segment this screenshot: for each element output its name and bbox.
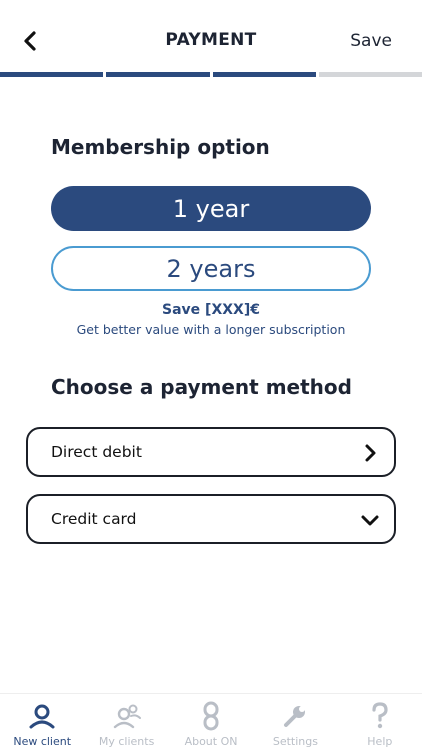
tab-help[interactable]: Help bbox=[338, 694, 422, 750]
tab-new-client[interactable]: New client bbox=[0, 694, 84, 750]
people-icon bbox=[112, 701, 142, 731]
chevron-left-icon bbox=[24, 31, 36, 51]
value-description: Get better value with a longer subscript… bbox=[76, 322, 346, 337]
direct-debit-label: Direct debit bbox=[51, 443, 142, 461]
tab-label: My clients bbox=[98, 735, 155, 748]
save-button[interactable]: Save bbox=[350, 31, 392, 51]
wrench-icon bbox=[280, 701, 310, 731]
credit-card-dropdown[interactable]: Credit card bbox=[26, 494, 396, 544]
option-2-years-button[interactable]: 2 years bbox=[51, 246, 371, 291]
progress-segment bbox=[106, 72, 210, 77]
payment-method-heading: Choose a payment method bbox=[51, 375, 352, 399]
back-button[interactable] bbox=[14, 24, 46, 58]
credit-card-label: Credit card bbox=[51, 510, 137, 528]
tab-label: New client bbox=[13, 735, 72, 748]
link-icon bbox=[196, 701, 226, 731]
tab-about-on[interactable]: About ON bbox=[169, 694, 253, 750]
progress-segment bbox=[318, 72, 422, 77]
option-1-year-button[interactable]: 1 year bbox=[51, 186, 371, 231]
step-progress-bar bbox=[0, 72, 422, 77]
progress-segment bbox=[212, 72, 316, 77]
tab-label: About ON bbox=[184, 735, 238, 748]
tab-settings[interactable]: Settings bbox=[253, 694, 337, 750]
header-bar: PAYMENT Save bbox=[0, 0, 422, 72]
bottom-tab-bar: New client My clients About ON Settings … bbox=[0, 693, 422, 750]
direct-debit-option[interactable]: Direct debit bbox=[26, 427, 396, 477]
chevron-right-icon bbox=[358, 441, 382, 465]
savings-text: Save [XXX]€ bbox=[162, 302, 260, 318]
tab-label: Help bbox=[367, 735, 393, 748]
tab-my-clients[interactable]: My clients bbox=[84, 694, 168, 750]
chevron-down-icon bbox=[358, 508, 382, 532]
person-icon bbox=[27, 701, 57, 731]
question-icon bbox=[365, 701, 395, 731]
membership-option-heading: Membership option bbox=[51, 135, 270, 159]
tab-label: Settings bbox=[272, 735, 318, 748]
progress-segment bbox=[0, 72, 104, 77]
